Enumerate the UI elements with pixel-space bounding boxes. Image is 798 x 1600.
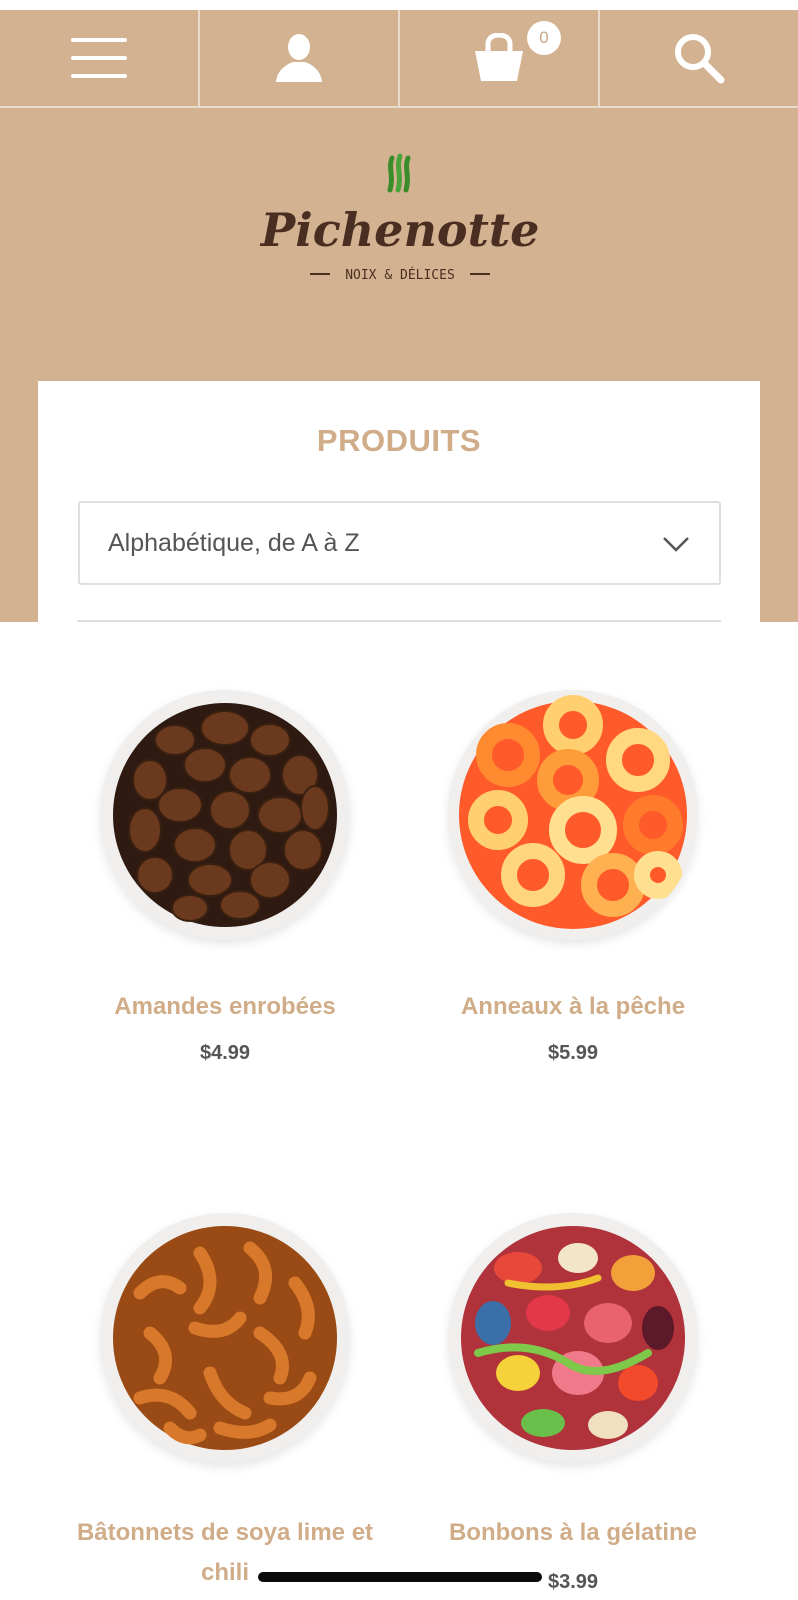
product-price: $5.99 xyxy=(547,1042,599,1064)
sort-selected-value: Alphabétique, de A à Z xyxy=(108,528,360,557)
section-divider xyxy=(77,620,721,622)
product-image-soy-sticks[interactable] xyxy=(100,1213,350,1463)
sort-select[interactable]: Alphabétique, de A à Z xyxy=(78,501,721,585)
home-indicator[interactable] xyxy=(258,1572,542,1582)
product-price: $4.99 xyxy=(199,1042,251,1064)
brand-tagline: NOIX & DÉLICES xyxy=(345,267,455,283)
hamburger-menu-icon xyxy=(71,38,127,78)
cart-count-badge: 0 xyxy=(527,21,561,55)
cart-button[interactable]: 0 xyxy=(400,10,600,106)
product-image-peach-rings[interactable] xyxy=(448,690,698,940)
product-card-anneaux[interactable]: Anneaux à la pêche $5.99 xyxy=(403,690,743,1090)
top-nav-bar: 0 xyxy=(0,10,798,108)
product-name[interactable]: Anneaux à la pêche xyxy=(403,987,743,1027)
product-image-gummy-candies[interactable] xyxy=(448,1213,698,1463)
shopping-basket-icon xyxy=(475,33,523,81)
product-card-amandes[interactable]: Amandes enrobées $4.99 xyxy=(55,690,395,1090)
product-card-bonbons[interactable]: Bonbons à la gélatine $3.99 xyxy=(403,1213,743,1600)
status-strip xyxy=(0,0,798,10)
chevron-down-icon xyxy=(663,537,689,552)
product-card-batonnets[interactable]: Bâtonnets de soya lime et chili xyxy=(55,1213,395,1600)
search-button[interactable] xyxy=(600,10,798,106)
brand-wordmark: Pichenotte xyxy=(260,203,539,257)
product-name[interactable]: Amandes enrobées xyxy=(55,987,395,1027)
products-card: PRODUITS Alphabétique, de A à Z xyxy=(38,381,760,622)
product-image-chocolate-almonds[interactable] xyxy=(100,690,350,940)
magnifier-search-icon xyxy=(675,34,725,84)
product-name[interactable]: Bonbons à la gélatine xyxy=(403,1513,743,1553)
account-button[interactable] xyxy=(200,10,400,106)
user-account-icon xyxy=(276,34,322,82)
menu-button[interactable] xyxy=(0,10,200,106)
logo-leaf-icon xyxy=(387,153,411,193)
brand-logo[interactable]: Pichenotte NOIX & DÉLICES xyxy=(260,150,540,290)
page-title: PRODUITS xyxy=(316,423,482,458)
page: 0 Pichenotte NOIX & DÉLICES PRODUITS Alp… xyxy=(0,0,798,1600)
